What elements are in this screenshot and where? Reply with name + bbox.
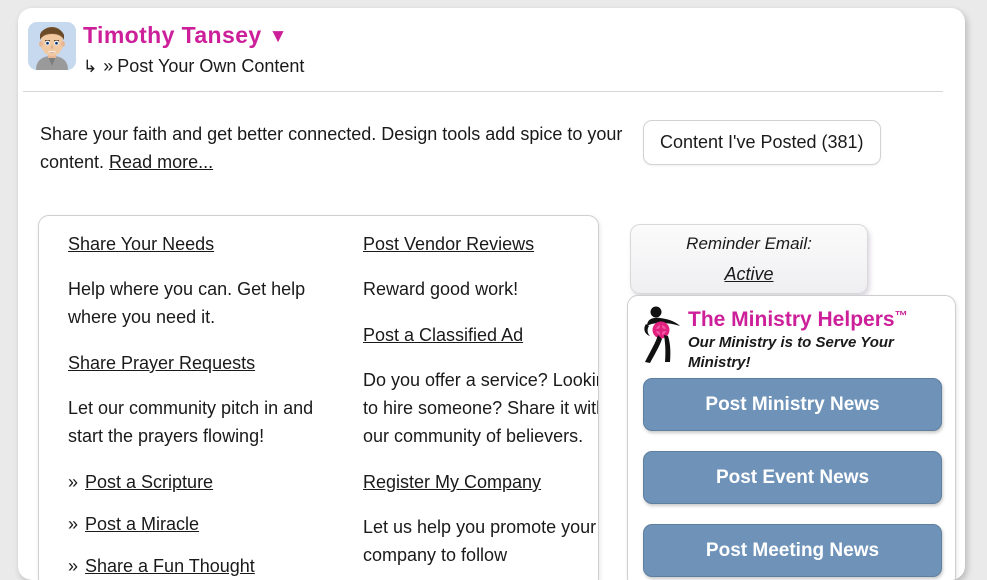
section-body-text: Let our community pitch in and start the… [68,398,314,446]
page-card: Timothy Tansey ▼ ↳» Post Your Own Content … [18,8,965,580]
section-body-text: Help where you can. Get help where you n… [68,279,306,327]
bullet-chevron-icon: » [68,472,79,492]
post-meeting-news-button[interactable]: Post Meeting News [643,524,942,577]
page-title[interactable]: Timothy Tansey ▼ [83,22,288,49]
ministry-helpers-tagline: Our Ministry is to Serve Your Ministry! [688,334,894,371]
bullet-chevron-icon: » [68,514,79,534]
post-event-news-button[interactable]: Post Event News [643,451,942,504]
reminder-email-status-link[interactable]: Active [631,264,867,285]
reminder-email-label: Reminder Email: [686,234,812,253]
trademark-icon: ™ [894,308,908,323]
avatar[interactable] [28,22,76,70]
breadcrumb-current-page: Post Your Own Content [117,56,305,76]
intro-description: Share your faith and get better connecte… [40,120,640,176]
list-item-link[interactable]: Post a Scripture [85,472,213,492]
post-ministry-news-button[interactable]: Post Ministry News [643,378,942,431]
section-heading-link[interactable]: Share Prayer Requests [68,349,348,377]
avatar-illustration [28,22,76,70]
content-ive-posted-button[interactable]: Content I've Posted (381) [643,120,881,165]
column-post: Post Vendor Reviews Reward good work! Post… [363,230,599,580]
user-name-text: Timothy Tansey [83,22,262,48]
section-heading-link[interactable]: Register My Company [363,468,598,496]
page-header: Timothy Tansey ▼ ↳ » Post Your Own Content [18,8,965,92]
ministry-helpers-panel: The Ministry Helpers™ Our Ministry is to… [627,295,956,580]
read-more-link[interactable]: Read more... [109,152,213,172]
column-share: Share Your Needs Help where you can. Get … [68,230,348,580]
breadcrumb: ↳ » Post Your Own Content [83,56,304,77]
ministry-helpers-title: The Ministry Helpers™ [688,308,908,332]
chevron-down-icon[interactable]: ▼ [269,26,288,48]
section-heading-link[interactable]: Share Your Needs [68,230,348,258]
list-item[interactable]: » Post a Miracle [68,510,348,538]
bullet-chevron-icon: » [68,556,79,576]
header-divider [23,91,943,92]
return-arrow-icon: ↳ [83,57,98,76]
section-body-text: Reward good work! [363,279,519,299]
section-body-text: Do you offer a service? Looking to hire … [363,370,599,446]
reminder-email-box: Reminder Email: Active [630,224,868,294]
section-body-text: Let us help you promote your company to … [363,517,597,565]
running-figure-icon [644,306,680,363]
ministry-helpers-logo-icon [638,304,690,364]
ministry-helpers-title-text: The Ministry Helpers [688,308,895,331]
section-heading-link[interactable]: Post a Classified Ad [363,321,598,349]
section-heading-link[interactable]: Post Vendor Reviews [363,230,598,258]
list-item[interactable]: » Post a Scripture [68,468,348,496]
list-item-link[interactable]: Share a Fun Thought [85,556,255,576]
list-item[interactable]: » Share a Fun Thought [68,552,348,580]
list-item-link[interactable]: Post a Miracle [85,514,199,534]
breadcrumb-chevron-icon: » [103,56,114,76]
content-options-card: Share Your Needs Help where you can. Get … [38,215,599,580]
